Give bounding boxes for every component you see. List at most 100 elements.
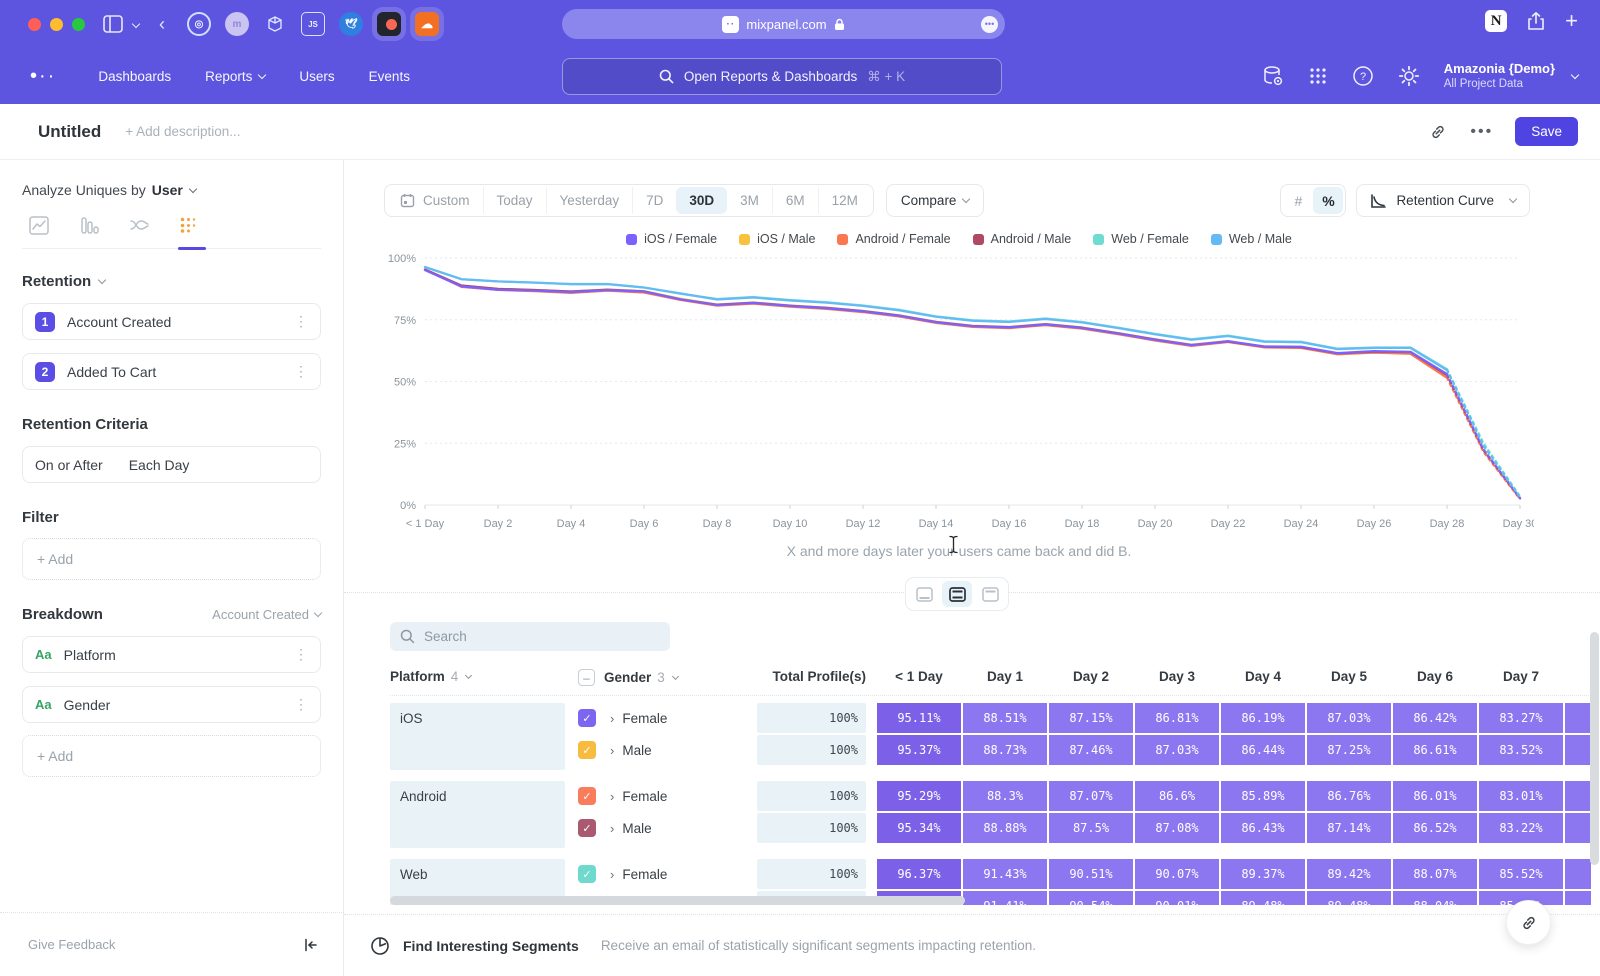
- retention-value-cell[interactable]: 96.37%: [877, 859, 961, 889]
- step-card-added-to-cart[interactable]: 2 Added To Cart ⋮: [22, 353, 321, 390]
- criteria-interval[interactable]: Each Day: [129, 457, 190, 473]
- breakdown-scope-dropdown[interactable]: Account Created: [212, 607, 321, 622]
- tab-retention[interactable]: [176, 216, 202, 236]
- patreon-icon[interactable]: [377, 12, 401, 36]
- nav-link-events[interactable]: Events: [369, 69, 410, 84]
- nav-link-users[interactable]: Users: [299, 69, 334, 84]
- legend-web-male[interactable]: Web / Male: [1211, 232, 1292, 246]
- legend-android-female[interactable]: Android / Female: [837, 232, 950, 246]
- breakdown-add-button[interactable]: + Add: [22, 735, 321, 777]
- indeterminate-checkbox[interactable]: –: [578, 669, 595, 686]
- tab-flows[interactable]: [126, 216, 152, 236]
- legend-ios-female[interactable]: iOS / Female: [626, 232, 717, 246]
- global-search-input[interactable]: Open Reports & Dashboards ⌘ + K: [562, 58, 1002, 95]
- share-link-floating-button[interactable]: [1506, 900, 1551, 945]
- day-column-header[interactable]: Day 2: [1049, 669, 1133, 684]
- retention-value-cell[interactable]: 87.07%: [1049, 781, 1133, 811]
- add-description-field[interactable]: + Add description...: [125, 124, 240, 139]
- retention-value-cell[interactable]: 89.48%: [1221, 891, 1305, 905]
- retention-value-cell[interactable]: 88.88%: [963, 813, 1047, 843]
- legend-ios-male[interactable]: iOS / Male: [739, 232, 815, 246]
- report-title[interactable]: Untitled: [38, 122, 101, 142]
- filter-add-button[interactable]: + Add: [22, 538, 321, 580]
- day-column-header[interactable]: Day 1: [963, 669, 1047, 684]
- retention-value-cell[interactable]: 91.41%: [963, 891, 1047, 905]
- retention-value-cell[interactable]: 87.25%: [1307, 735, 1391, 765]
- bird-icon[interactable]: 🕊: [339, 12, 363, 36]
- apps-grid-icon[interactable]: [1308, 66, 1328, 86]
- retention-value-cell[interactable]: 85.89%: [1221, 781, 1305, 811]
- criteria-condition[interactable]: On or After: [35, 457, 103, 473]
- gender-cell[interactable]: ✓›Female: [578, 781, 754, 811]
- expand-chevron-icon[interactable]: ›: [610, 789, 614, 804]
- retention-value-cell[interactable]: 88.07%: [1393, 859, 1477, 889]
- minimize-window-button[interactable]: [50, 18, 63, 31]
- soundcloud-icon[interactable]: ☁: [415, 12, 439, 36]
- more-options-icon[interactable]: •••: [1470, 123, 1493, 141]
- step-card-account-created[interactable]: 1 Account Created ⋮: [22, 303, 321, 340]
- maximize-window-button[interactable]: [72, 18, 85, 31]
- retention-value-cell[interactable]: 86.19%: [1221, 703, 1305, 733]
- range-6m[interactable]: 6M: [772, 187, 818, 214]
- collapse-sidebar-icon[interactable]: [302, 937, 318, 953]
- profile-m-icon[interactable]: m: [225, 12, 249, 36]
- day-column-header[interactable]: Day 7: [1479, 669, 1563, 684]
- retention-value-cell[interactable]: 87.15%: [1049, 703, 1133, 733]
- retention-section-label[interactable]: Retention: [22, 273, 91, 290]
- back-icon[interactable]: ‹: [159, 14, 165, 35]
- mixpanel-logo-icon[interactable]: •··: [30, 65, 56, 88]
- checkbox-android-male[interactable]: ✓: [578, 819, 596, 837]
- chart-only-view-button[interactable]: [909, 581, 939, 607]
- range-7d[interactable]: 7D: [632, 187, 676, 214]
- retention-value-cell[interactable]: 86.6%: [1135, 781, 1219, 811]
- retention-value-cell[interactable]: 86.01%: [1393, 781, 1477, 811]
- vertical-scrollbar[interactable]: [1590, 632, 1599, 865]
- day-column-header[interactable]: Day 3: [1135, 669, 1219, 684]
- cube-icon[interactable]: [263, 12, 287, 36]
- tab-funnels[interactable]: [76, 216, 102, 236]
- percent-toggle[interactable]: %: [1313, 187, 1343, 214]
- settings-gear-icon[interactable]: [1398, 65, 1420, 87]
- retention-value-cell[interactable]: 91.43%: [963, 859, 1047, 889]
- nav-link-reports[interactable]: Reports: [205, 69, 265, 84]
- window-controls[interactable]: [28, 18, 85, 31]
- checkbox-ios-male[interactable]: ✓: [578, 741, 596, 759]
- table-only-view-button[interactable]: [975, 581, 1005, 607]
- retention-value-cell[interactable]: 88.51%: [963, 703, 1047, 733]
- kebab-menu-icon[interactable]: ⋮: [294, 363, 308, 380]
- checkbox-web-female[interactable]: ✓: [578, 865, 596, 883]
- checkbox-android-female[interactable]: ✓: [578, 787, 596, 805]
- analyze-value-dropdown[interactable]: User: [152, 182, 183, 198]
- day-column-header[interactable]: Day 5: [1307, 669, 1391, 684]
- day-column-header[interactable]: Day 6: [1393, 669, 1477, 684]
- copy-link-icon[interactable]: [1428, 122, 1448, 142]
- expand-chevron-icon[interactable]: ›: [610, 821, 614, 836]
- breakdown-card-gender[interactable]: Aa Gender ⋮: [22, 686, 321, 723]
- retention-value-cell[interactable]: 90.51%: [1049, 859, 1133, 889]
- gender-cell[interactable]: ✓›Male: [578, 735, 754, 765]
- retention-value-cell[interactable]: 95.11%: [877, 703, 961, 733]
- gender-cell[interactable]: ✓›Male: [578, 813, 754, 843]
- retention-value-cell[interactable]: 87.03%: [1135, 735, 1219, 765]
- retention-value-cell[interactable]: 90.54%: [1049, 891, 1133, 905]
- table-search-input[interactable]: Search: [390, 622, 670, 651]
- retention-value-cell[interactable]: 88.3%: [963, 781, 1047, 811]
- onepassword-icon[interactable]: ◎: [187, 12, 211, 36]
- expand-chevron-icon[interactable]: ›: [610, 711, 614, 726]
- gender-column-header[interactable]: – Gender3: [578, 669, 678, 686]
- horizontal-scrollbar[interactable]: [390, 896, 965, 905]
- range-today[interactable]: Today: [483, 187, 546, 214]
- retention-value-cell[interactable]: 86.61%: [1393, 735, 1477, 765]
- kebab-menu-icon[interactable]: ⋮: [294, 313, 308, 330]
- give-feedback-link[interactable]: Give Feedback: [28, 937, 115, 952]
- kebab-menu-icon[interactable]: ⋮: [294, 696, 308, 713]
- chart-type-dropdown[interactable]: Retention Curve: [1356, 184, 1530, 217]
- day-column-header[interactable]: Day 4: [1221, 669, 1305, 684]
- sidebar-toggle-icon[interactable]: [103, 15, 123, 33]
- retention-value-cell[interactable]: 86.43%: [1221, 813, 1305, 843]
- javascript-icon[interactable]: JS: [301, 12, 325, 36]
- retention-value-cell[interactable]: 89.48%: [1307, 891, 1391, 905]
- retention-value-cell[interactable]: 86.52%: [1393, 813, 1477, 843]
- address-bar[interactable]: ·· mixpanel.com •••: [562, 9, 1005, 39]
- split-view-button[interactable]: [942, 581, 972, 607]
